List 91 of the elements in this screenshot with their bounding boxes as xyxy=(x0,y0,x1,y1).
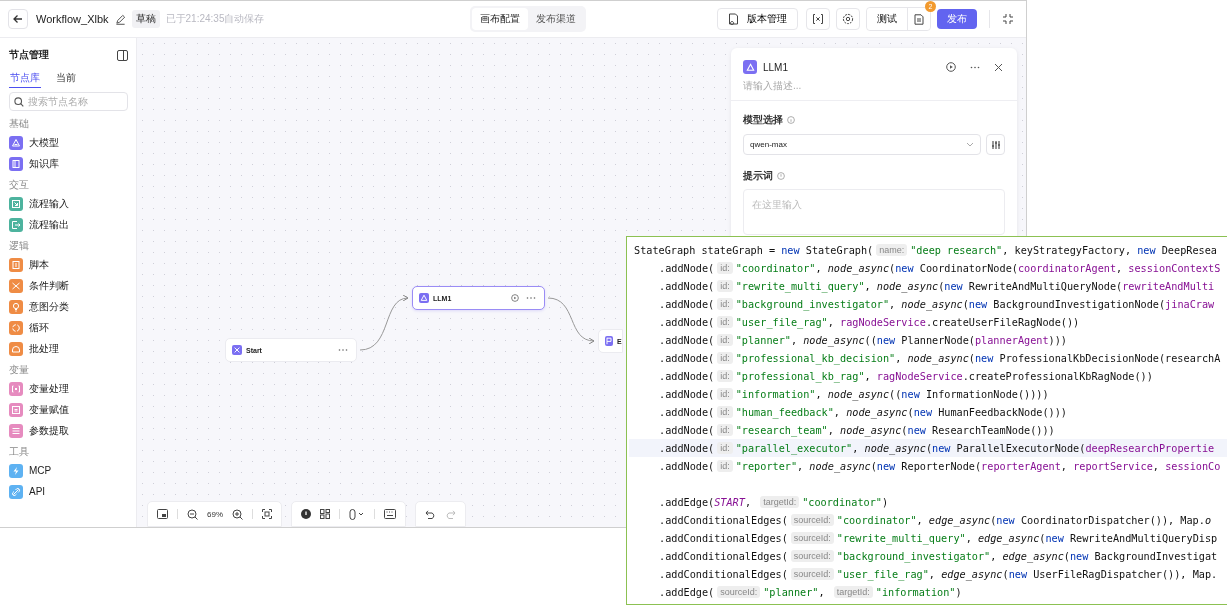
search-field[interactable]: 搜索节点名称 xyxy=(9,92,128,111)
code-line: .addNode( id: "user_file_rag", ragNodeService.createUserFileRagNode()) xyxy=(658,315,1081,331)
node-library-item[interactable]: 脚本 xyxy=(9,254,128,275)
code-line: .addNode( id: "information", node_async((new InformationNode()))) xyxy=(658,387,1050,403)
test-button[interactable]: 测试 xyxy=(867,8,908,30)
variable-button[interactable] xyxy=(806,8,830,30)
code-line: .addNode( id: "rewrite_multi_query", node_async(new RewriteAndMultiQueryNode(rewriteAndMulti xyxy=(658,279,1216,295)
code-line: .addNode( id: "professional_kb_rag", ragNodeService.createProfessionalKbRagNode()) xyxy=(658,369,1154,385)
model-select[interactable]: qwen-max xyxy=(743,134,981,155)
panel-toggle-icon[interactable] xyxy=(117,49,128,61)
node-library-item[interactable]: 条件判断 xyxy=(9,275,128,296)
sliders-icon xyxy=(990,139,1001,150)
settings-icon xyxy=(842,13,854,25)
connector-arrow xyxy=(359,295,409,351)
node-library-item[interactable]: 流程输出 xyxy=(9,214,128,235)
code-line: .addNode( id: "research_team", node_async(new ResearchTeamNode())) xyxy=(658,423,1056,439)
sidebar-tab[interactable]: 当前 xyxy=(55,71,77,88)
code-line: .addNode( id: "professional_kb_decision", node_async(new ProfessionalKbDecisionNode(researchA xyxy=(658,351,1222,367)
code-line: .addNode( id: "coordinator", node_async(new CoordinatorNode(coordinatorAgent, sessionContextS xyxy=(658,261,1222,277)
info-icon xyxy=(777,172,785,180)
code-line: .addNode( id: "reporter", node_async(new ReporterNode(reporterAgent, reportService, sessionCo xyxy=(658,459,1222,475)
run-icon[interactable] xyxy=(511,294,519,302)
collapse-icon[interactable] xyxy=(1002,13,1014,25)
code-line: .addConditionalEdges( sourceId: "background_investigator", edge_async(new BackgroundInvestigat xyxy=(658,549,1219,565)
view-tab[interactable]: 发布渠道 xyxy=(528,8,585,30)
code-line: StateGraph stateGraph = new StateGraph( name: "deep research", keyStrategyFactory, new DeepResea xyxy=(634,243,1218,258)
keyboard-icon[interactable] xyxy=(384,509,396,519)
node-library-item[interactable]: MCP xyxy=(9,460,128,481)
node-library-item[interactable]: 循环 xyxy=(9,317,128,338)
settings-button[interactable] xyxy=(836,8,860,30)
autosave-text: 已于21:24:35自动保存 xyxy=(165,12,265,26)
close-icon[interactable] xyxy=(994,62,1003,72)
minimap-icon[interactable] xyxy=(157,509,168,519)
code-line: .addNode( id: "background_investigator", node_async(new BackgroundInvestigationNode(jinaCraw xyxy=(658,297,1216,313)
group-heading: 基础 xyxy=(9,117,30,131)
zoom-in-icon[interactable] xyxy=(232,508,243,520)
node-library-item[interactable]: 知识库 xyxy=(9,153,128,174)
back-button[interactable] xyxy=(8,9,28,29)
search-icon xyxy=(14,97,24,107)
sidebar-tab[interactable]: 节点库 xyxy=(9,71,41,88)
group-heading: 逻辑 xyxy=(9,239,30,253)
fit-view-icon[interactable] xyxy=(262,509,272,519)
info-icon[interactable] xyxy=(301,509,311,519)
node-library-item[interactable]: 变量赋值 xyxy=(9,399,128,420)
workflow-title: Workflow_Xlbk xyxy=(36,13,109,25)
code-line: .addNode( id: "planner", node_async((new PlannerNode(plannerAgent))) xyxy=(658,333,1068,349)
node-library-item[interactable]: 变量处理 xyxy=(9,378,128,399)
document-icon xyxy=(914,13,924,25)
undo-icon[interactable] xyxy=(425,509,436,519)
node-library-item[interactable]: API xyxy=(9,481,128,502)
grid-layout-icon[interactable] xyxy=(320,509,330,519)
description-field[interactable]: 请输入描述... xyxy=(743,80,943,91)
publish-button[interactable]: 发布 xyxy=(937,9,977,29)
pencil-icon[interactable] xyxy=(114,13,126,25)
chevron-down-icon xyxy=(966,142,974,147)
connector-arrow xyxy=(547,297,595,344)
group-heading: 工具 xyxy=(9,445,30,459)
sidebar-title: 节点管理 xyxy=(9,48,49,62)
group-heading: 变量 xyxy=(9,363,30,377)
code-line: .addConditionalEdges( sourceId: "user_file_rag", edge_async(new UserFileRagDispatcher()), Map. xyxy=(658,567,1219,583)
llm-icon xyxy=(743,60,757,74)
status-badge: 草稿 xyxy=(131,10,160,28)
view-tab[interactable]: 画布配置 xyxy=(472,8,529,30)
code-line: .addNode( id: "human_feedback", node_async(new HumanFeedbackNode())) xyxy=(658,405,1068,421)
back-arrow-icon xyxy=(12,13,24,25)
code-line: .addEdge(START, targetId: "coordinator") xyxy=(658,495,890,510)
node-icon xyxy=(232,345,242,355)
field-label: 提示词 xyxy=(743,169,773,183)
node-library-item[interactable]: 流程输入 xyxy=(9,193,128,214)
code-line: .addEdge( sourceId: "planner", targetId: "information") xyxy=(658,585,963,600)
node-library-item[interactable]: 大模型 xyxy=(9,132,128,153)
mouse-dropdown-icon[interactable] xyxy=(349,508,365,520)
code-line: .addConditionalEdges( sourceId: "coordinator", edge_async(new CoordinatorDispatcher()), Map.o xyxy=(658,513,1213,529)
node-library-item[interactable]: 意图分类 xyxy=(9,296,128,317)
panel-title: LLM1 xyxy=(763,61,789,73)
node-library-item[interactable]: 参数提取 xyxy=(9,420,128,441)
more-icon[interactable] xyxy=(970,65,980,69)
version-button[interactable]: 版本管理 xyxy=(717,8,798,30)
info-icon xyxy=(787,116,795,124)
bracket-x-icon xyxy=(812,13,824,25)
zoom-level: 69% xyxy=(207,509,223,519)
document-icon xyxy=(728,13,739,25)
node-icon xyxy=(419,293,429,303)
group-heading: 交互 xyxy=(9,178,30,192)
code-line: .addConditionalEdges( sourceId: "rewrite_multi_query", edge_async(new RewriteAndMultiQueryDisp xyxy=(658,531,1219,547)
run-icon[interactable] xyxy=(946,62,956,72)
field-label: 模型选择 xyxy=(743,113,783,127)
node-icon xyxy=(605,336,613,346)
zoom-out-icon[interactable] xyxy=(187,508,198,520)
node-library-item[interactable]: 批处理 xyxy=(9,338,128,359)
model-settings-button[interactable] xyxy=(986,134,1005,155)
